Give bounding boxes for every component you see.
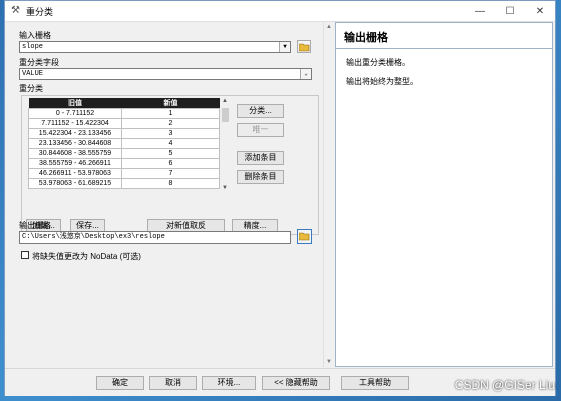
input-raster-combo[interactable]: slope ▼ [19,41,291,53]
old-value[interactable]: 15.422304 - 23.133456 [28,128,122,139]
hide-help-button[interactable]: << 隐藏帮助 [262,376,330,390]
reclass-label: 重分类 [19,84,43,93]
window-title: 重分类 [26,6,54,17]
new-value[interactable]: 2 [121,118,220,129]
output-raster-label: 输出栅格 [19,221,51,230]
output-raster-input[interactable]: C:\Users\浅悠京\Desktop\ex3\reslope [19,231,291,244]
field-value: VALUE [22,70,44,78]
old-value[interactable]: 38.555759 - 46.266911 [28,158,122,169]
new-value[interactable]: 7 [121,168,220,179]
classify-button[interactable]: 分类... [237,104,284,118]
help-line-1: 输出重分类栅格。 [346,58,410,67]
table-row[interactable]: 53.978063 - 61.689215 8 [28,178,220,189]
cancel-button[interactable]: 取消 [149,376,197,390]
nodata-checkbox[interactable] [21,251,29,259]
table-row[interactable]: 7.711152 - 15.422304 2 [28,118,220,129]
old-value[interactable]: 30.844608 - 38.555759 [28,148,122,159]
field-label: 重分类字段 [19,58,59,67]
open-folder-icon[interactable] [297,229,312,244]
minimize-button[interactable]: — [465,6,495,17]
new-value[interactable]: 1 [121,108,220,119]
scroll-down-icon[interactable]: ▼ [326,359,332,365]
table-row[interactable]: 38.555759 - 46.266911 6 [28,158,220,169]
reclass-table-group: 旧值 新值 0 - 7.711152 1 7.711152 - 15.422304… [21,95,319,235]
new-value[interactable]: 6 [121,158,220,169]
open-folder-icon[interactable] [297,40,311,53]
output-raster-value: C:\Users\浅悠京\Desktop\ex3\reslope [22,233,165,241]
column-header-new: 新值 [121,98,220,109]
environments-button[interactable]: 环境... [202,376,256,390]
title-bar: ⚒ 重分类 — ☐ ✕ [5,1,555,22]
old-value[interactable]: 46.266911 - 53.978063 [28,168,122,179]
input-raster-label: 输入栅格 [19,31,51,40]
reclass-table[interactable]: 旧值 新值 0 - 7.711152 1 7.711152 - 15.422304… [28,98,220,189]
old-value[interactable]: 23.133456 - 30.844608 [28,138,122,149]
new-value[interactable]: 5 [121,148,220,159]
parameters-panel: 输入栅格 slope ▼ 重分类字段 VALUE ⌄ 重分类 旧值 新值 0 -… [5,22,323,367]
table-row[interactable]: 46.266911 - 53.978063 7 [28,168,220,179]
scroll-up-icon[interactable]: ▲ [326,24,332,30]
tool-help-button[interactable]: 工具帮助 [341,376,409,390]
reclassify-dialog: ⚒ 重分类 — ☐ ✕ 输入栅格 slope ▼ 重分类字段 VALUE ⌄ 重… [4,0,556,396]
table-scrollbar[interactable]: ▲ ▼ [221,98,230,191]
scroll-up-icon[interactable]: ▲ [222,98,228,104]
hammer-icon: ⚒ [11,5,20,16]
add-entry-button[interactable]: 添加条目 [237,151,284,165]
table-row[interactable]: 23.133456 - 30.844608 4 [28,138,220,149]
new-value[interactable]: 3 [121,128,220,139]
scrollbar-thumb[interactable] [222,108,229,122]
help-title: 输出栅格 [344,32,388,44]
chevron-down-icon[interactable]: ▼ [279,42,290,52]
table-row[interactable]: 30.844608 - 38.555759 5 [28,148,220,159]
new-value[interactable]: 8 [121,178,220,189]
new-value[interactable]: 4 [121,138,220,149]
ok-button[interactable]: 确定 [96,376,144,390]
delete-entry-button[interactable]: 删除条目 [237,170,284,184]
help-divider [336,48,552,49]
close-button[interactable]: ✕ [525,6,555,17]
column-header-old: 旧值 [28,98,122,109]
old-value[interactable]: 7.711152 - 15.422304 [28,118,122,129]
chevron-down-icon[interactable]: ⌄ [300,69,311,79]
help-line-2: 输出将始终为整型。 [346,77,418,86]
old-value[interactable]: 0 - 7.711152 [28,108,122,119]
unique-button[interactable]: 唯一 [237,123,284,137]
field-combo[interactable]: VALUE ⌄ [19,68,312,80]
watermark: CSDN @GISer Liu [454,378,555,392]
table-row[interactable]: 0 - 7.711152 1 [28,108,220,119]
table-row[interactable]: 15.422304 - 23.133456 3 [28,128,220,139]
help-panel: 输出栅格 输出重分类栅格。 输出将始终为整型。 [335,22,553,367]
scroll-down-icon[interactable]: ▼ [222,185,228,191]
maximize-button[interactable]: ☐ [495,6,525,17]
input-raster-value: slope [22,43,44,51]
parameters-scrollbar[interactable]: ▲ ▼ [323,22,334,367]
nodata-label: 将缺失值更改为 NoData (可选) [32,252,141,261]
old-value[interactable]: 53.978063 - 61.689215 [28,178,122,189]
